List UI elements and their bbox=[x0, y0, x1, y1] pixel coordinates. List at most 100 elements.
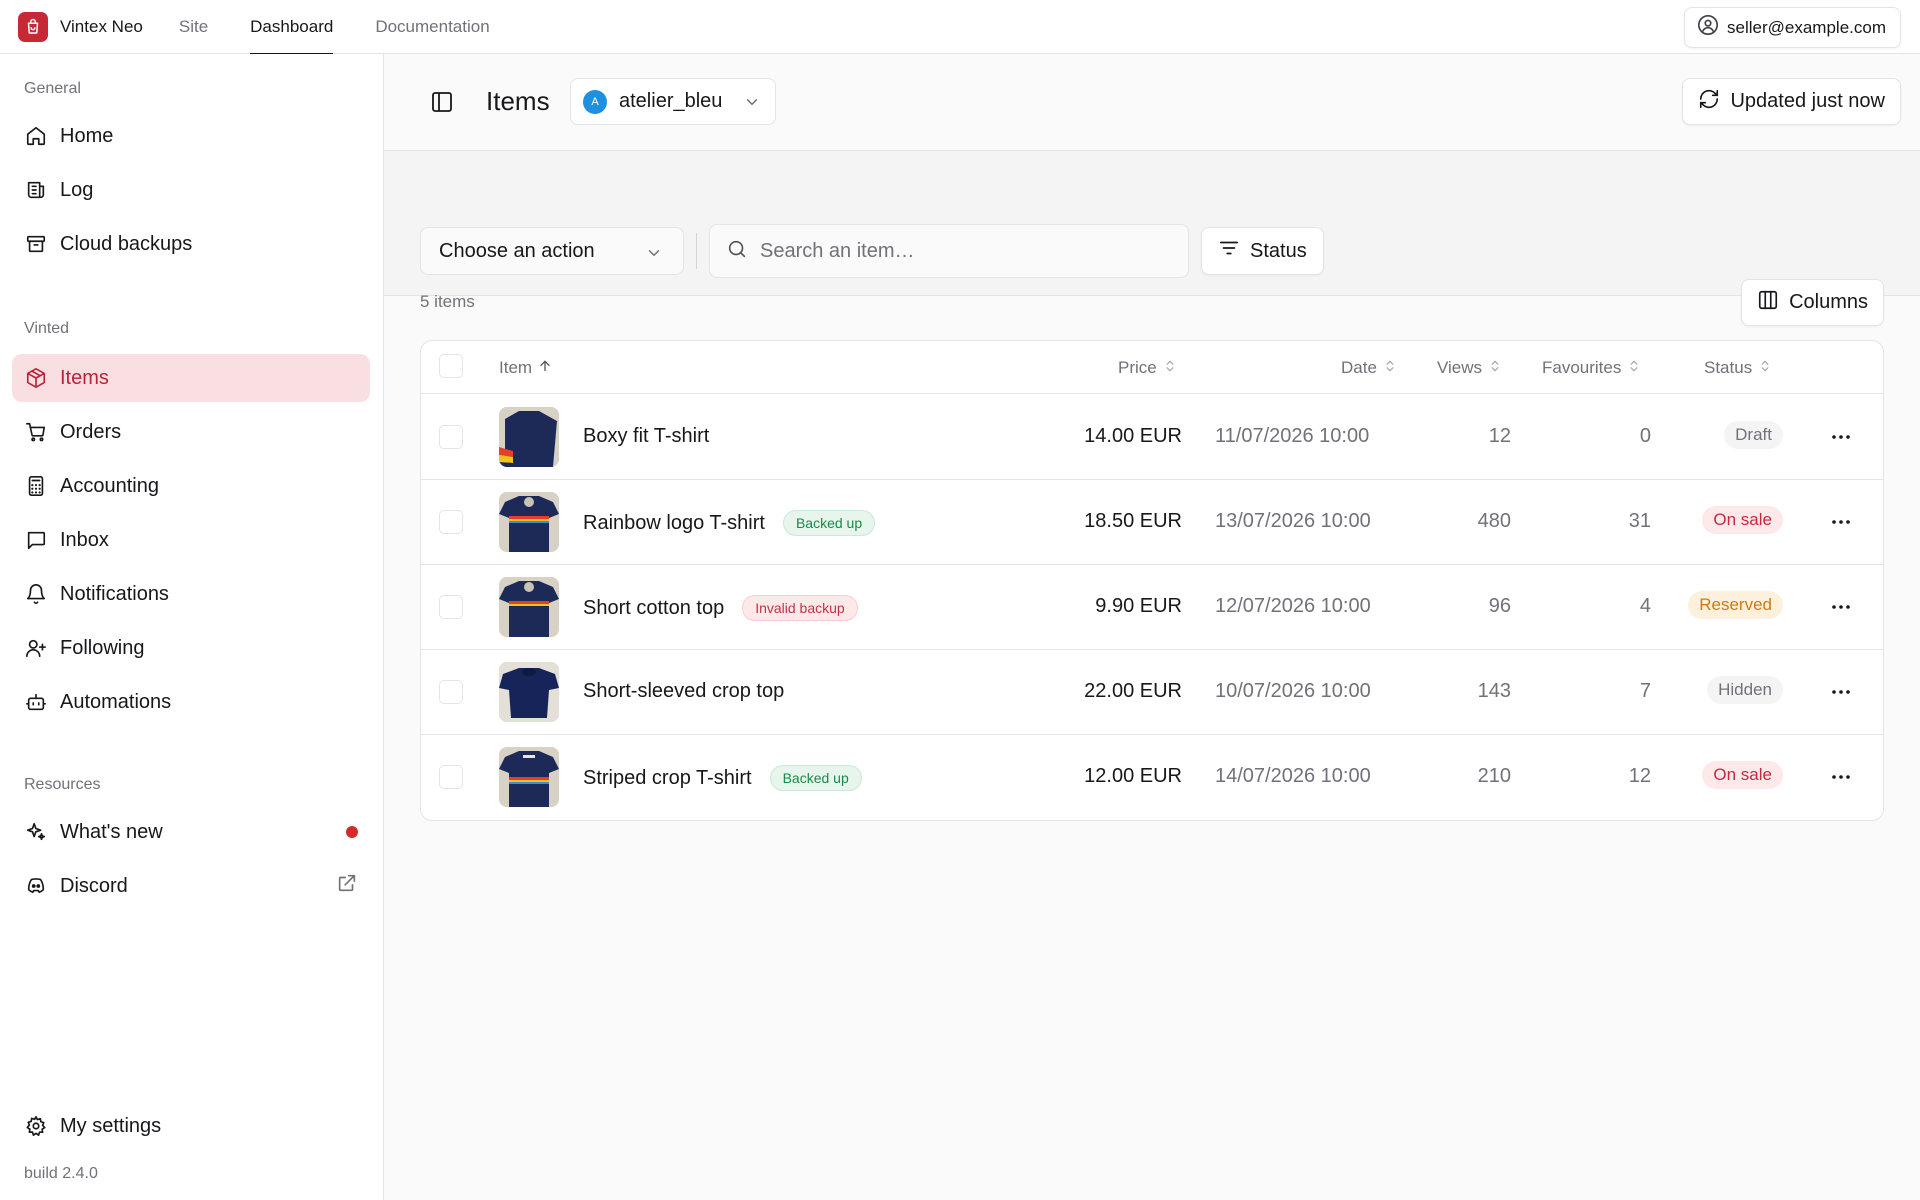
table-row[interactable]: Boxy fit T-shirt 14.00 EUR 11/07/2026 10… bbox=[421, 395, 1883, 480]
item-favourites: 12 bbox=[1628, 765, 1651, 787]
item-name: Short-sleeved crop top bbox=[583, 680, 785, 702]
sidebar-item-orders[interactable]: Orders bbox=[12, 408, 370, 456]
more-options-icon[interactable] bbox=[1829, 765, 1853, 794]
column-header-label: Favourites bbox=[1542, 358, 1622, 377]
cart-icon bbox=[24, 420, 48, 444]
log-icon bbox=[24, 178, 48, 202]
search-field[interactable] bbox=[709, 224, 1189, 278]
bulk-action-select[interactable]: Choose an action bbox=[420, 227, 684, 275]
sidebar-item-label: Items bbox=[60, 366, 109, 389]
sidebar-item-items[interactable]: Items bbox=[12, 354, 370, 402]
more-options-icon[interactable] bbox=[1829, 680, 1853, 709]
item-name-cell[interactable]: Short cotton top Invalid backup bbox=[583, 595, 858, 621]
top-bar: Vintex Neo Site Dashboard Documentation … bbox=[0, 0, 1920, 55]
account-button[interactable]: seller@example.com bbox=[1684, 7, 1901, 48]
table-row[interactable]: Striped crop T-shirt Backed up 12.00 EUR… bbox=[421, 735, 1883, 820]
row-checkbox[interactable] bbox=[439, 680, 463, 704]
sidebar-toggle-icon[interactable] bbox=[430, 90, 454, 119]
search-input[interactable] bbox=[760, 239, 1160, 263]
row-checkbox[interactable] bbox=[439, 595, 463, 619]
table-row[interactable]: Short-sleeved crop top 22.00 EUR 10/07/2… bbox=[421, 650, 1883, 735]
archive-icon bbox=[24, 232, 48, 256]
sidebar-item-notifications[interactable]: Notifications bbox=[12, 570, 370, 618]
item-thumbnail bbox=[499, 407, 559, 467]
sidebar-item-log[interactable]: Log bbox=[12, 166, 370, 214]
refresh-icon bbox=[1698, 88, 1720, 116]
column-header-item[interactable]: Item bbox=[499, 358, 552, 378]
item-name: Short cotton top bbox=[583, 596, 725, 619]
item-name-cell[interactable]: Rainbow logo T-shirt Backed up bbox=[583, 510, 876, 536]
sort-icon bbox=[1383, 358, 1397, 378]
sidebar: General Home Log Cloud backups Vinted It… bbox=[0, 54, 384, 1200]
column-header-favourites[interactable]: Favourites bbox=[1542, 358, 1641, 378]
sort-icon bbox=[1627, 358, 1641, 378]
section-general: General bbox=[24, 80, 81, 97]
status-badge: Draft bbox=[1724, 421, 1783, 449]
columns-label: Columns bbox=[1789, 291, 1868, 313]
refresh-button[interactable]: Updated just now bbox=[1682, 78, 1901, 125]
sidebar-item-label: Notifications bbox=[60, 582, 169, 605]
topnav-dashboard[interactable]: Dashboard bbox=[250, 0, 334, 55]
sidebar-item-label: Orders bbox=[60, 420, 122, 443]
sidebar-item-label: Log bbox=[60, 178, 94, 201]
backup-tag: Backed up bbox=[782, 510, 876, 536]
columns-icon bbox=[1757, 289, 1779, 317]
backup-tag: Invalid backup bbox=[742, 595, 858, 621]
more-options-icon[interactable] bbox=[1829, 510, 1853, 539]
item-price: 9.90 EUR bbox=[1095, 595, 1182, 617]
status-filter-label: Status bbox=[1250, 239, 1307, 262]
topnav-documentation[interactable]: Documentation bbox=[375, 0, 489, 54]
brand[interactable]: Vintex Neo bbox=[18, 0, 143, 54]
toolbar: Choose an action Status bbox=[384, 151, 1920, 296]
section-resources: Resources bbox=[24, 776, 101, 793]
select-all-checkbox[interactable] bbox=[439, 354, 463, 378]
sidebar-item-label: Cloud backups bbox=[60, 232, 193, 255]
columns-button[interactable]: Columns bbox=[1741, 279, 1884, 326]
more-options-icon[interactable] bbox=[1829, 595, 1853, 624]
brand-name: Vintex Neo bbox=[60, 16, 143, 36]
status-filter-button[interactable]: Status bbox=[1201, 227, 1324, 275]
sidebar-item-discord[interactable]: Discord bbox=[12, 862, 370, 910]
sidebar-item-home[interactable]: Home bbox=[12, 112, 370, 160]
column-header-price[interactable]: Price bbox=[1118, 358, 1177, 378]
sidebar-item-label: My settings bbox=[60, 1114, 162, 1137]
table-row[interactable]: Rainbow logo T-shirt Backed up 18.50 EUR… bbox=[421, 480, 1883, 565]
sidebar-item-whats-new[interactable]: What's new bbox=[12, 808, 370, 856]
account-selector[interactable]: A atelier_bleu bbox=[570, 78, 776, 125]
row-checkbox[interactable] bbox=[439, 425, 463, 449]
item-name-cell[interactable]: Striped crop T-shirt Backed up bbox=[583, 765, 862, 791]
sidebar-item-automations[interactable]: Automations bbox=[12, 678, 370, 726]
column-header-label: Item bbox=[499, 358, 533, 377]
sidebar-item-label: Automations bbox=[60, 690, 172, 713]
item-favourites: 7 bbox=[1639, 680, 1651, 702]
row-checkbox[interactable] bbox=[439, 510, 463, 534]
top-nav: Site Dashboard Documentation bbox=[179, 0, 532, 55]
status-badge: Reserved bbox=[1688, 591, 1783, 619]
sidebar-item-settings[interactable]: My settings bbox=[12, 1102, 370, 1150]
sidebar-item-cloud-backups[interactable]: Cloud backups bbox=[12, 220, 370, 268]
sidebar-item-label: Inbox bbox=[60, 528, 109, 551]
sidebar-item-following[interactable]: Following bbox=[12, 624, 370, 672]
topnav-site[interactable]: Site bbox=[179, 0, 208, 54]
column-header-status[interactable]: Status bbox=[1704, 358, 1772, 378]
column-header-views[interactable]: Views bbox=[1437, 358, 1502, 378]
column-header-date[interactable]: Date bbox=[1341, 358, 1397, 378]
item-name: Boxy fit T-shirt bbox=[583, 425, 710, 447]
item-name-cell[interactable]: Short-sleeved crop top bbox=[583, 680, 784, 703]
column-header-label: Views bbox=[1437, 358, 1483, 377]
sidebar-item-inbox[interactable]: Inbox bbox=[12, 516, 370, 564]
item-name: Rainbow logo T-shirt bbox=[583, 511, 765, 534]
item-views: 210 bbox=[1477, 765, 1511, 787]
row-checkbox[interactable] bbox=[439, 765, 463, 789]
table-row[interactable]: Short cotton top Invalid backup 9.90 EUR… bbox=[421, 565, 1883, 650]
more-options-icon[interactable] bbox=[1829, 425, 1853, 454]
sidebar-item-accounting[interactable]: Accounting bbox=[12, 462, 370, 510]
page-title: Items bbox=[486, 86, 550, 116]
bell-icon bbox=[24, 582, 48, 606]
message-icon bbox=[24, 528, 48, 552]
action-select-label: Choose an action bbox=[439, 239, 595, 262]
item-date: 11/07/2026 10:00 bbox=[1215, 425, 1370, 447]
item-name-cell[interactable]: Boxy fit T-shirt bbox=[583, 425, 709, 448]
status-badge: On sale bbox=[1702, 761, 1783, 789]
sidebar-item-label: Accounting bbox=[60, 474, 159, 497]
